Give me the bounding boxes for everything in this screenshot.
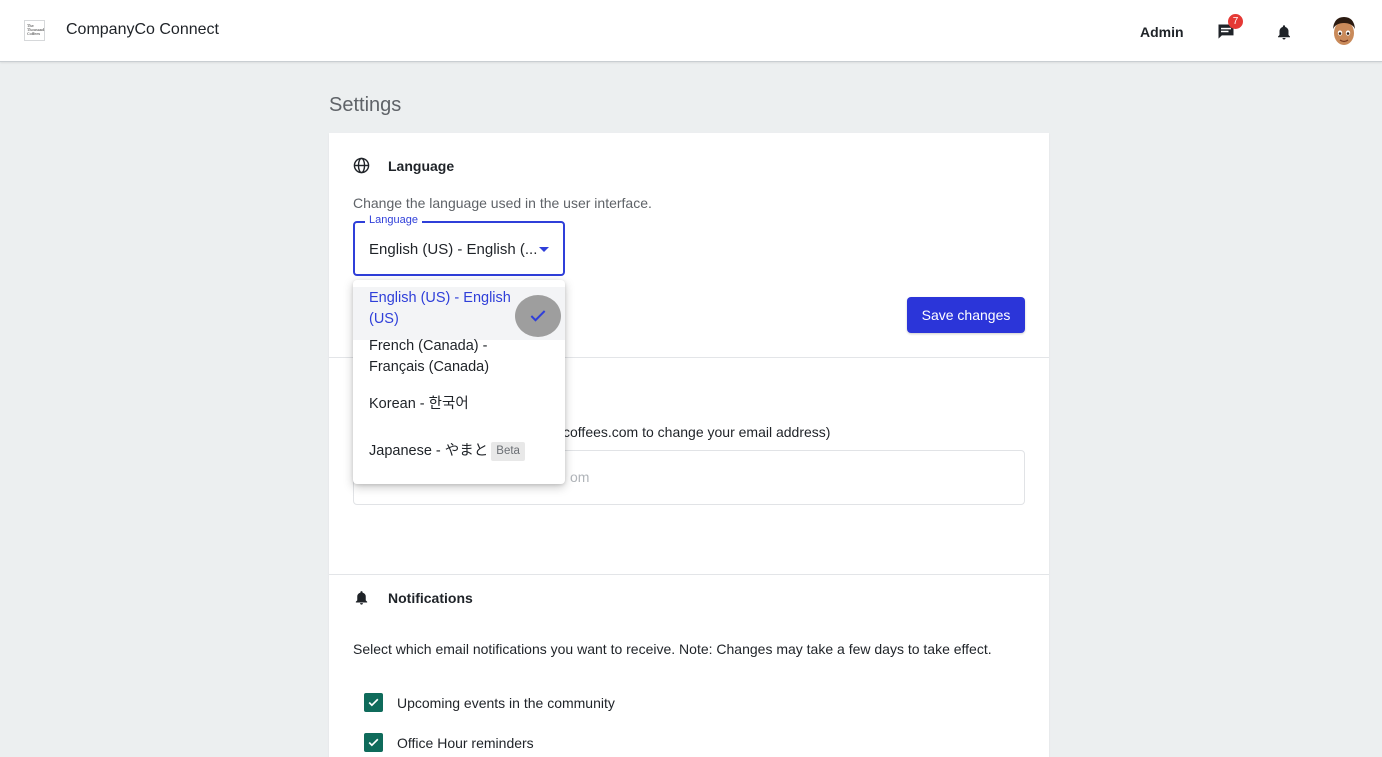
checkbox-checked[interactable] (364, 693, 383, 712)
language-option-french[interactable]: French (Canada) - Français (Canada) (353, 336, 565, 380)
save-changes-button[interactable]: Save changes (907, 297, 1025, 333)
checkmark-icon (368, 698, 379, 707)
checkbox-checked[interactable] (364, 733, 383, 752)
language-description: Change the language used in the user int… (353, 195, 652, 211)
language-section-header: Language (353, 157, 454, 174)
user-avatar[interactable] (1330, 15, 1358, 47)
notifications-section-header: Notifications (353, 589, 473, 606)
notifications-description: Select which email notifications you wan… (353, 641, 992, 657)
checkmark-icon (515, 295, 561, 337)
section-divider (329, 574, 1049, 575)
top-navigation-bar: The Thousand Coffees CompanyCo Connect Adm… (0, 0, 1382, 62)
company-logo[interactable]: The Thousand Coffees (24, 20, 45, 41)
checkmark-icon (368, 738, 379, 747)
language-select-value: English (US) - English (... (369, 241, 538, 258)
notification-option-label: Upcoming events in the community (397, 694, 615, 711)
notification-option[interactable]: Upcoming events in the community (364, 693, 615, 712)
language-option-label: Korean - 한국어 (369, 396, 469, 412)
notification-option[interactable]: Office Hour reminders (364, 733, 534, 752)
bell-icon[interactable] (1275, 22, 1293, 42)
page-title: Settings (329, 94, 402, 116)
message-count-badge: 7 (1228, 14, 1243, 29)
language-option-label: French (Canada) - Français (Canada) (369, 338, 490, 375)
globe-icon (353, 157, 370, 174)
notification-option-label: Office Hour reminders (397, 734, 534, 751)
language-option-korean[interactable]: Korean - 한국어 (353, 394, 565, 424)
language-section-title: Language (388, 157, 455, 174)
beta-badge: Beta (491, 441, 525, 461)
language-option-label: English (US) - English (US) (369, 290, 511, 327)
language-select[interactable]: Language English (US) - English (... (353, 214, 565, 276)
language-dropdown-menu: English (US) - English (US) French (Cana… (353, 280, 565, 484)
bell-icon (355, 591, 368, 605)
caret-down-icon (539, 247, 549, 252)
language-select-label: Language (365, 214, 422, 226)
language-option-label: Japanese - やまと (369, 443, 489, 459)
language-option-japanese[interactable]: Japanese - やまと Beta (353, 441, 565, 471)
notifications-section-title: Notifications (388, 589, 473, 606)
language-option-english[interactable]: English (US) - English (US) (353, 287, 565, 340)
app-title: CompanyCo Connect (66, 21, 219, 38)
admin-menu-link[interactable]: Admin (1140, 24, 1184, 40)
